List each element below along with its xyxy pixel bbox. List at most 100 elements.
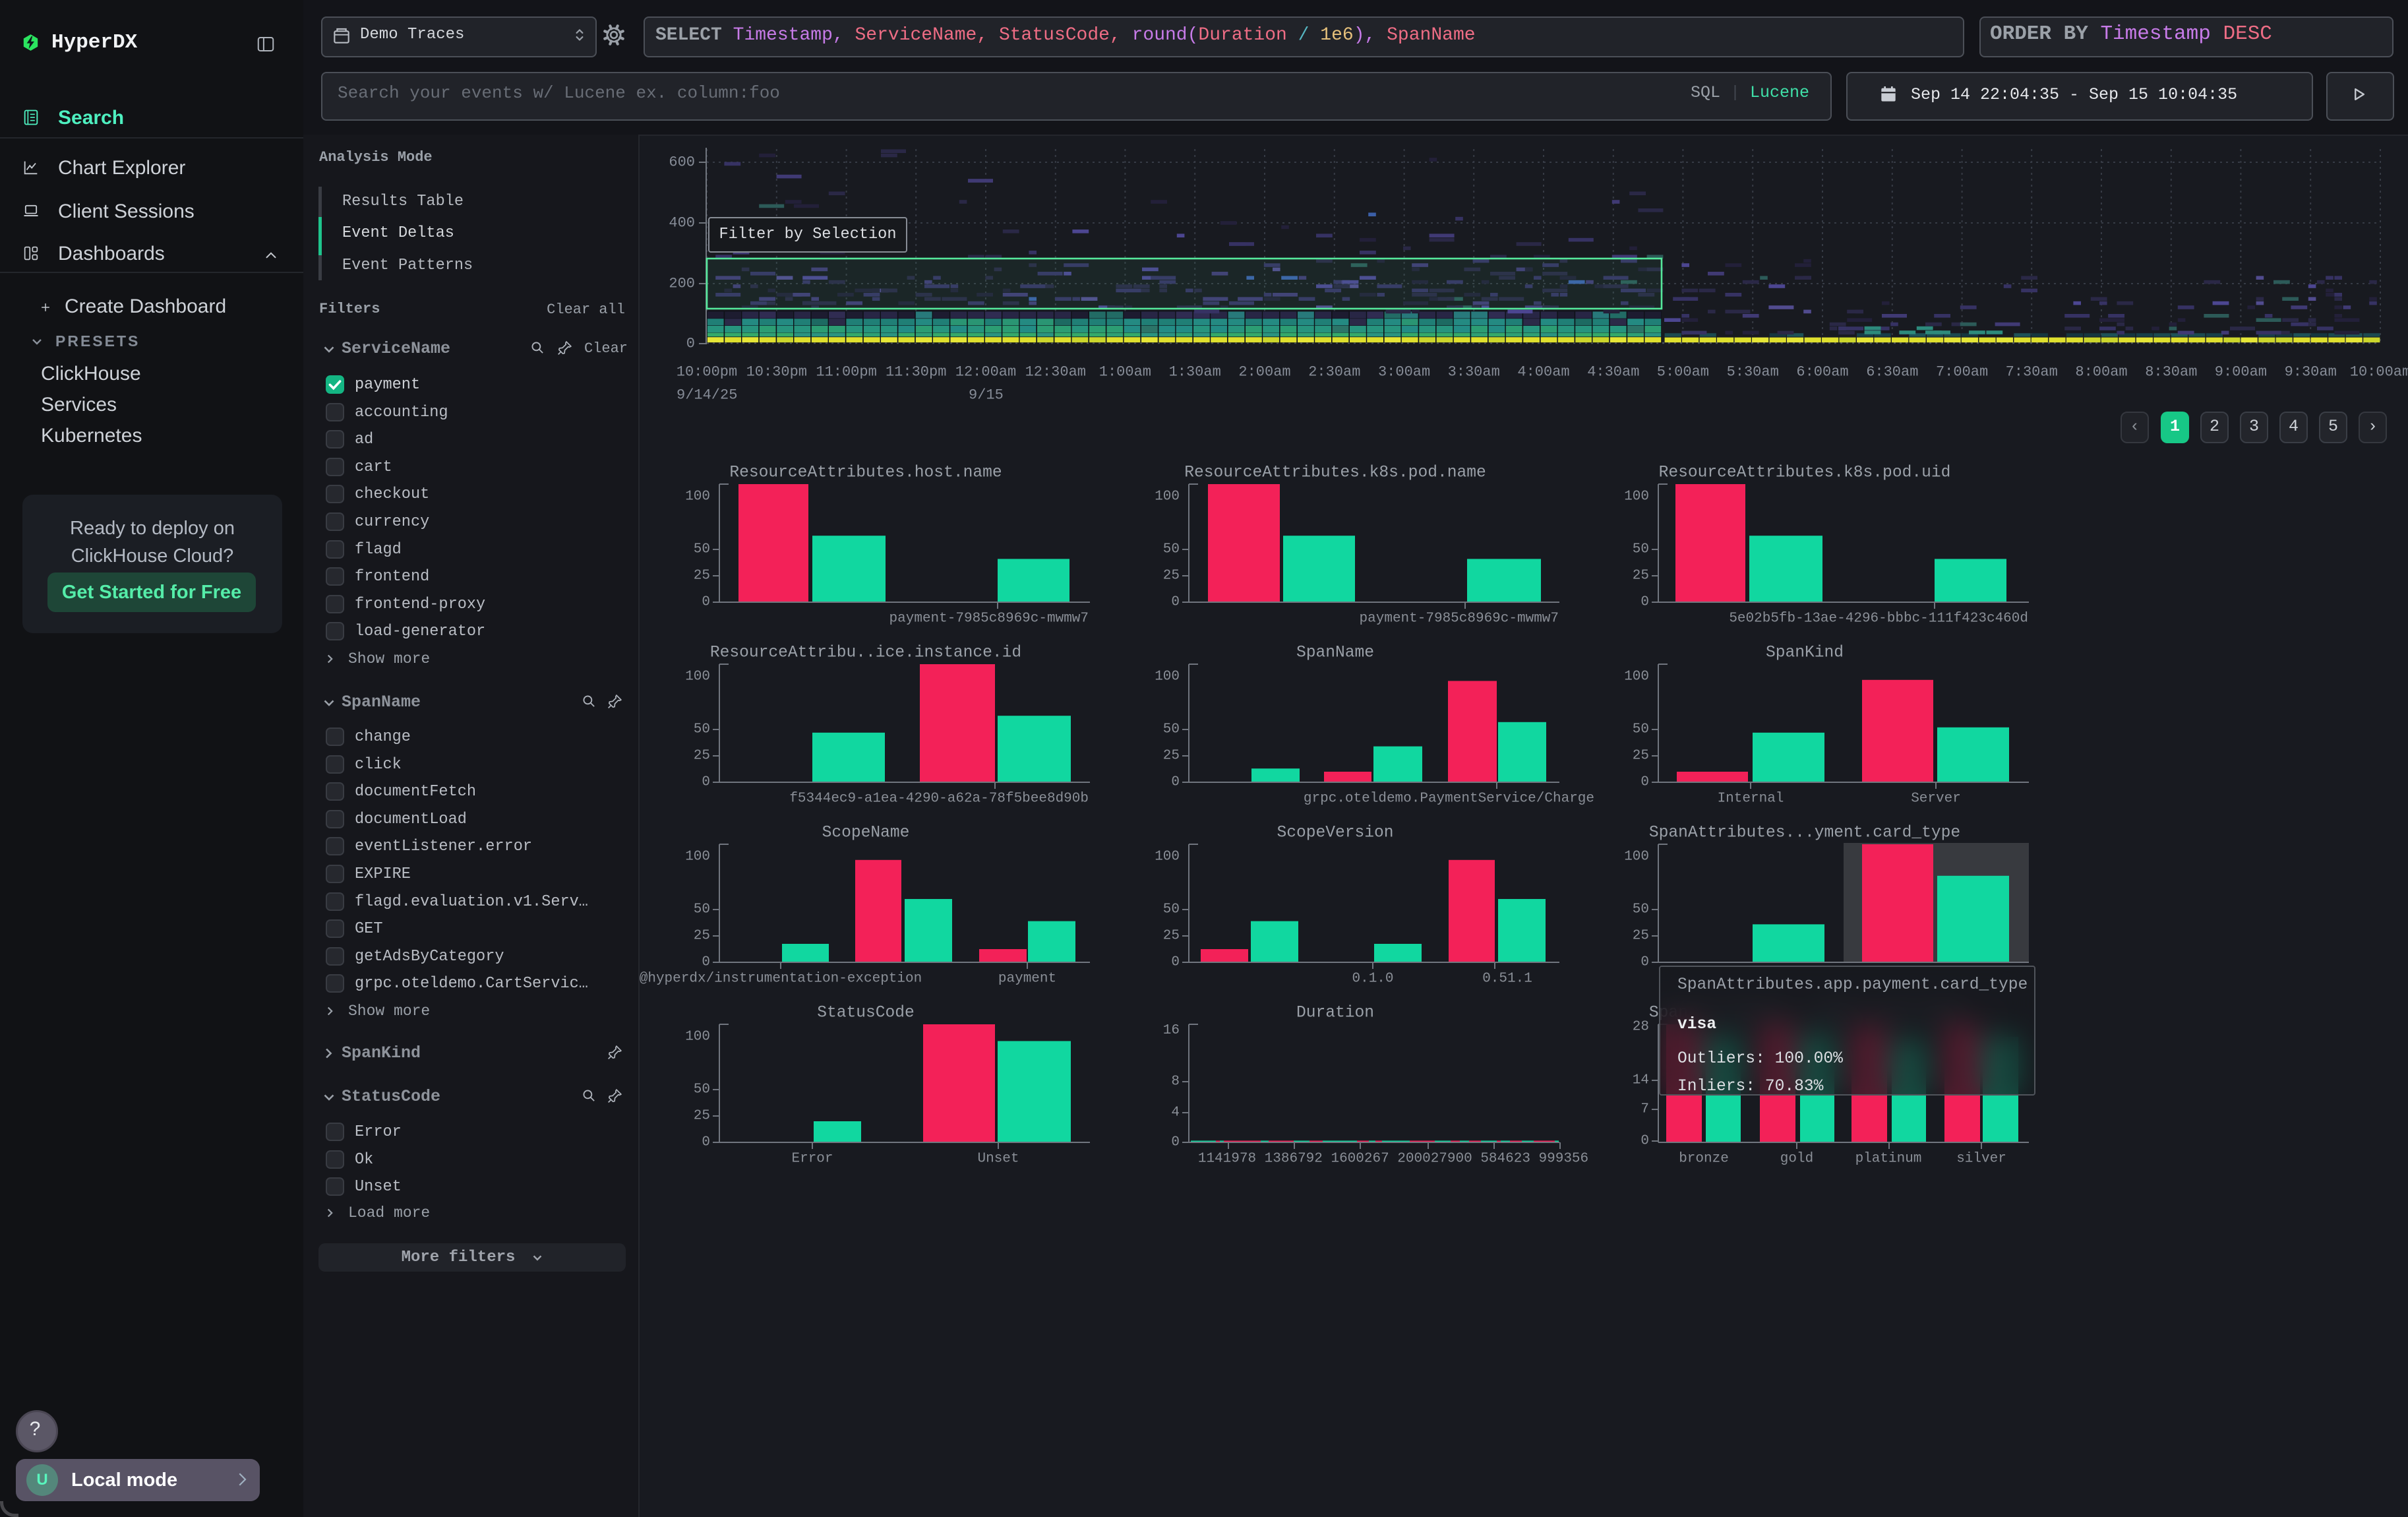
svg-text:gold: gold [1780,1152,1813,1167]
svg-text:0: 0 [686,336,695,352]
svg-text:2:30am: 2:30am [1308,364,1360,381]
svg-text:25: 25 [694,749,710,764]
svg-text:f5344ec9-a1ea-4290-a62a-78f5be: f5344ec9-a1ea-4290-a62a-78f5bee8d90b [789,791,1089,807]
svg-text:50: 50 [1633,722,1649,737]
svg-text:100: 100 [1155,669,1180,685]
svg-text:ResourceAttributes.k8s.pod.nam: ResourceAttributes.k8s.pod.name [1184,464,1486,482]
svg-text:8:30am: 8:30am [2145,364,2197,381]
svg-text:Unset: Unset [977,1152,1019,1167]
svg-text:9/15: 9/15 [969,387,1004,404]
svg-text:25: 25 [694,569,710,584]
svg-text:ResourceAttributes.host.name: ResourceAttributes.host.name [729,464,1002,482]
svg-text:11:30pm: 11:30pm [886,364,946,381]
svg-text:7:00am: 7:00am [1936,364,1988,381]
svg-text:25: 25 [694,929,710,944]
svg-text:5:00am: 5:00am [1657,364,1709,381]
svg-text:SpanKind: SpanKind [1766,644,1844,662]
svg-text:10:00pm: 10:00pm [677,364,737,381]
svg-text:50: 50 [1163,542,1180,557]
svg-text:ScopeName: ScopeName [822,824,910,842]
svg-text:0.51.1: 0.51.1 [1482,972,1532,987]
svg-text:bronze: bronze [1679,1152,1729,1167]
svg-text:0: 0 [1640,775,1649,790]
svg-text:3:00am: 3:00am [1378,364,1430,381]
svg-text:10:00am: 10:00am [2350,364,2408,381]
svg-text:600: 600 [669,154,695,171]
svg-text:7: 7 [1640,1102,1649,1117]
svg-text:11:00pm: 11:00pm [816,364,876,381]
svg-text:platinum: platinum [1855,1152,1922,1167]
svg-text:SpanName: SpanName [1296,644,1374,662]
svg-text:0: 0 [1171,1135,1180,1150]
svg-text:25: 25 [1163,569,1180,584]
svg-text:0.1.0: 0.1.0 [1352,972,1393,987]
svg-text:ResourceAttributes.k8s.pod.uid: ResourceAttributes.k8s.pod.uid [1659,464,1951,482]
svg-text:14: 14 [1633,1073,1649,1088]
svg-text:50: 50 [694,1082,710,1098]
svg-text:6:30am: 6:30am [1866,364,1918,381]
svg-text:1141978 1386792 1600267 200027: 1141978 1386792 1600267 200027900 584623… [1198,1152,1588,1167]
svg-text:25: 25 [1633,749,1649,764]
svg-text:1:30am: 1:30am [1169,364,1221,381]
svg-text:Internal: Internal [1718,791,1784,807]
svg-text:50: 50 [694,542,710,557]
svg-text:100: 100 [685,489,710,505]
svg-text:100: 100 [1624,489,1649,505]
svg-text:100: 100 [685,669,710,685]
svg-text:0: 0 [1640,1134,1649,1149]
svg-text:Duration: Duration [1296,1005,1374,1022]
svg-text:6:00am: 6:00am [1796,364,1848,381]
svg-text:50: 50 [1163,902,1180,917]
svg-text:200: 200 [669,276,695,292]
svg-text:0: 0 [1171,595,1180,610]
svg-text:12:00am: 12:00am [955,364,1016,381]
svg-text:0: 0 [702,1135,710,1150]
svg-text:25: 25 [1633,569,1649,584]
svg-text:0: 0 [702,775,710,790]
svg-text:ResourceAttribu..ice.instance.: ResourceAttribu..ice.instance.id [710,644,1021,662]
svg-text:payment-7985c8969c-mwmw7: payment-7985c8969c-mwmw7 [1360,611,1559,627]
svg-text:payment-7985c8969c-mwmw7: payment-7985c8969c-mwmw7 [889,611,1089,627]
svg-text:25: 25 [1163,749,1180,764]
svg-text:0: 0 [702,955,710,970]
svg-text:Server: Server [1911,791,1961,807]
svg-text:9:00am: 9:00am [2215,364,2267,381]
svg-text:StatusCode: StatusCode [817,1005,915,1022]
svg-text:9:30am: 9:30am [2285,364,2337,381]
svg-text:ScopeVersion: ScopeVersion [1277,824,1393,842]
svg-text:grpc.oteldemo.PaymentService/C: grpc.oteldemo.PaymentService/Charge [1304,791,1594,807]
svg-text:25: 25 [694,1109,710,1124]
svg-text:1:00am: 1:00am [1099,364,1151,381]
svg-text:400: 400 [669,215,695,232]
svg-text:50: 50 [1163,722,1180,737]
svg-text:50: 50 [694,722,710,737]
svg-text:25: 25 [1163,929,1180,944]
svg-text:100: 100 [1155,850,1180,865]
svg-text:2:00am: 2:00am [1238,364,1290,381]
svg-text:100: 100 [1624,850,1649,865]
svg-text:50: 50 [694,902,710,917]
svg-text:16: 16 [1163,1023,1180,1038]
svg-text:payment: payment [998,972,1056,987]
svg-text:100: 100 [1155,489,1180,505]
svg-text:12:30am: 12:30am [1025,364,1086,381]
svg-text:8: 8 [1171,1074,1180,1090]
svg-text:4: 4 [1171,1105,1180,1121]
svg-text:10:30pm: 10:30pm [746,364,807,381]
svg-text:Error: Error [791,1152,833,1167]
svg-text:3:30am: 3:30am [1448,364,1500,381]
svg-text:5:30am: 5:30am [1727,364,1779,381]
svg-text:SpanAttributes...yment.card_ty: SpanAttributes...yment.card_type [1649,824,1960,842]
svg-text:0: 0 [1640,955,1649,970]
svg-text:100: 100 [685,850,710,865]
svg-text:0: 0 [1171,775,1180,790]
svg-text:100: 100 [1624,669,1649,685]
svg-text:0: 0 [1640,595,1649,610]
svg-text:9/14/25: 9/14/25 [677,387,737,404]
svg-text:50: 50 [1633,542,1649,557]
svg-text:4:00am: 4:00am [1517,364,1569,381]
svg-text:50: 50 [1633,902,1649,917]
svg-text:5e02b5fb-13ae-4296-bbbc-111f42: 5e02b5fb-13ae-4296-bbbc-111f423c460d [1729,611,2028,627]
svg-text:0: 0 [1171,955,1180,970]
svg-text:@hyperdx/instrumentation-excep: @hyperdx/instrumentation-exception [640,972,922,987]
